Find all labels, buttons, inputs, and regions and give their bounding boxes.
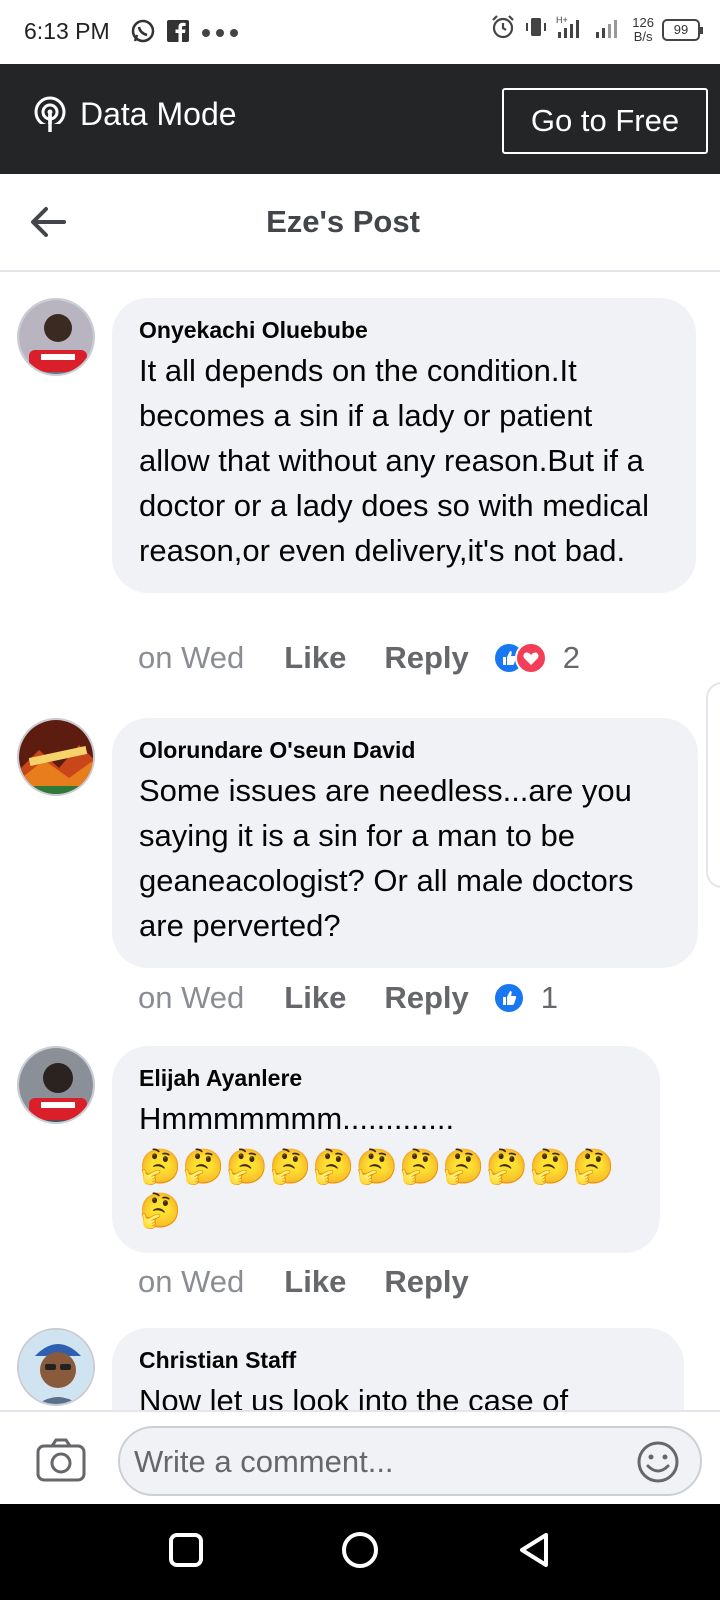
comment-actions: on Wed Like Reply xyxy=(138,1264,469,1300)
comment-emojis: 🤔🤔🤔🤔🤔🤔🤔🤔🤔🤔🤔🤔 xyxy=(139,1148,616,1230)
comment-text: Now let us look into the case of xyxy=(139,1383,569,1410)
comment-time[interactable]: on Wed xyxy=(138,640,244,676)
data-mode-label: Data Mode xyxy=(80,96,237,132)
comment-item: Christian Staff Now let us look into the… xyxy=(0,1328,720,1410)
heart-icon xyxy=(514,642,547,674)
avatar[interactable] xyxy=(17,298,95,376)
back-nav-icon[interactable] xyxy=(516,1532,556,1577)
comment-input-placeholder: Write a comment... xyxy=(134,1444,394,1479)
page-title: Eze's Post xyxy=(266,204,420,239)
whatsapp-icon xyxy=(130,18,156,49)
comment-text: Some issues are needless...are you sayin… xyxy=(139,773,634,943)
comment-input[interactable]: Write a comment... xyxy=(118,1426,702,1496)
net-speed: 126 B/s xyxy=(632,14,654,44)
comment-actions: on Wed Like Reply 2 xyxy=(138,640,580,676)
comment-author[interactable]: Olorundare O'seun David xyxy=(139,736,672,764)
battery-icon: 99 xyxy=(662,18,703,41)
comment-actions: on Wed Like Reply 1 xyxy=(138,980,558,1016)
avatar[interactable] xyxy=(17,1328,95,1406)
comment-bubble: Onyekachi Oluebube It all depends on the… xyxy=(112,298,696,593)
comment-author[interactable]: Christian Staff xyxy=(139,1346,658,1374)
notification-icons xyxy=(130,18,240,49)
battery-level: 99 xyxy=(673,21,689,37)
camera-icon[interactable] xyxy=(36,1438,86,1487)
system-nav-bar xyxy=(0,1504,720,1600)
data-mode-bar: Data Mode Go to Free xyxy=(0,64,720,174)
reactions[interactable]: 1 xyxy=(492,980,558,1016)
like-button[interactable]: Like xyxy=(284,980,346,1016)
svg-text:H+: H+ xyxy=(556,15,568,25)
reactions[interactable]: 2 xyxy=(492,640,580,676)
comment-author[interactable]: Elijah Ayanlere xyxy=(139,1064,634,1092)
comment-time[interactable]: on Wed xyxy=(138,1264,244,1300)
more-dots-icon xyxy=(200,25,240,43)
comment-text: Hmmmmmmm............. xyxy=(139,1101,455,1136)
data-mode-icon xyxy=(32,96,68,139)
comment-bubble: Olorundare O'seun David Some issues are … xyxy=(112,718,698,968)
avatar[interactable] xyxy=(17,1046,95,1124)
avatar[interactable] xyxy=(17,718,95,796)
comment-bubble: Elijah Ayanlere Hmmmmmmm............. 🤔🤔… xyxy=(112,1046,660,1253)
comment-time[interactable]: on Wed xyxy=(138,980,244,1016)
home-icon[interactable] xyxy=(340,1532,380,1577)
like-button[interactable]: Like xyxy=(284,640,346,676)
smiley-icon[interactable] xyxy=(636,1440,680,1489)
reaction-count: 2 xyxy=(562,640,580,675)
recents-icon[interactable] xyxy=(168,1532,204,1573)
status-time: 6:13 PM xyxy=(24,18,110,44)
page-header: Eze's Post xyxy=(0,174,720,272)
go-to-free-button[interactable]: Go to Free xyxy=(502,88,708,154)
facebook-icon xyxy=(166,19,190,48)
system-icons: H+ 126 B/s 99 xyxy=(490,14,703,45)
comment-text: It all depends on the condition.It becom… xyxy=(139,353,650,568)
net-speed-unit: B/s xyxy=(633,28,653,44)
like-button[interactable]: Like xyxy=(284,1264,346,1300)
reaction-count: 1 xyxy=(540,980,558,1015)
alarm-icon xyxy=(490,14,516,45)
status-bar: 6:13 PM H+ 126 B/s 99 xyxy=(0,0,720,64)
signal-icon xyxy=(594,14,624,45)
reply-button[interactable]: Reply xyxy=(384,640,468,676)
comment-composer: Write a comment... xyxy=(0,1410,720,1504)
comment-bubble: Christian Staff Now let us look into the… xyxy=(112,1328,684,1410)
reply-button[interactable]: Reply xyxy=(384,980,468,1016)
net-speed-value: 126 xyxy=(632,14,654,30)
thumbs-up-icon xyxy=(492,982,525,1014)
reply-button[interactable]: Reply xyxy=(384,1264,468,1300)
comment-author[interactable]: Onyekachi Oluebube xyxy=(139,316,670,344)
edge-panel-handle[interactable] xyxy=(706,682,720,888)
vibrate-icon xyxy=(524,15,548,44)
signal-icon: H+ xyxy=(556,14,586,45)
